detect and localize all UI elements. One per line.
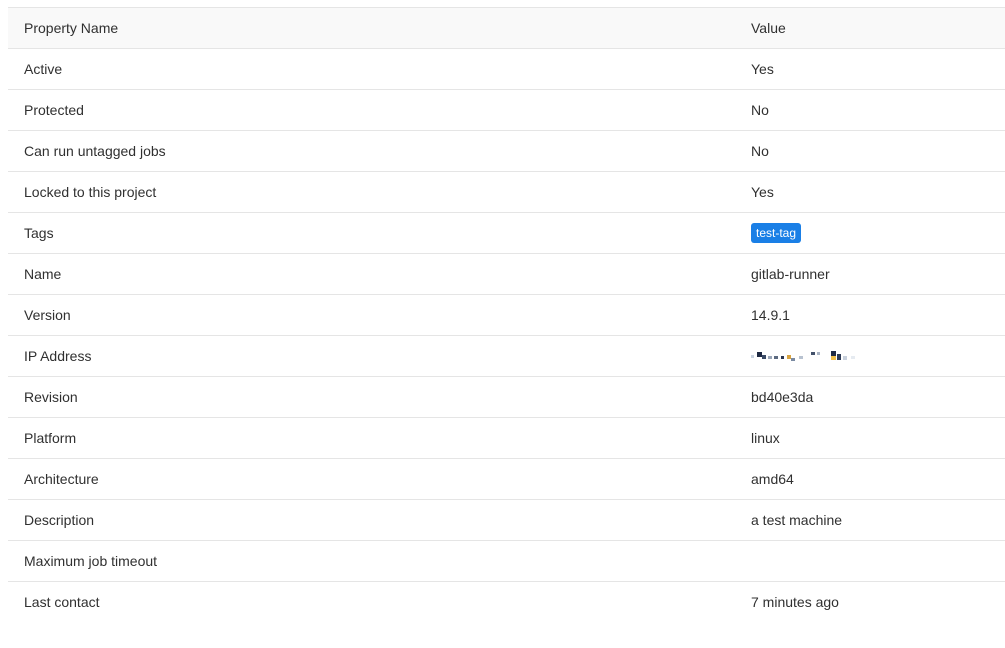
property-label: Architecture [8,458,735,500]
row-name: Name gitlab-runner [8,253,1005,295]
property-label: Name [8,253,735,295]
header-property-name: Property Name [8,7,735,49]
row-locked-to-project: Locked to this project Yes [8,171,1005,213]
row-tags: Tags test-tag [8,212,1005,254]
property-value: No [735,89,1005,131]
header-value: Value [735,7,1005,49]
property-label: Last contact [8,581,735,623]
redacted-ip-address [751,350,871,364]
property-value: test-tag [735,212,1005,254]
runner-details-table-wrapper: Property Name Value Active Yes Protected… [8,7,1005,623]
property-label: Active [8,48,735,90]
property-label: Description [8,499,735,541]
property-value [735,540,1005,582]
property-value: Yes [735,171,1005,213]
property-value: a test machine [735,499,1005,541]
property-value: gitlab-runner [735,253,1005,295]
row-platform: Platform linux [8,417,1005,459]
property-label: IP Address [8,335,735,377]
tag-badge[interactable]: test-tag [751,223,802,243]
property-label: Tags [8,212,735,254]
row-can-run-untagged-jobs: Can run untagged jobs No [8,130,1005,172]
property-label: Can run untagged jobs [8,130,735,172]
property-value: amd64 [735,458,1005,500]
row-description: Description a test machine [8,499,1005,541]
property-value [735,335,1005,377]
property-value: No [735,130,1005,172]
property-label: Maximum job timeout [8,540,735,582]
property-label: Locked to this project [8,171,735,213]
property-label: Protected [8,89,735,131]
property-value: 14.9.1 [735,294,1005,336]
row-maximum-job-timeout: Maximum job timeout [8,540,1005,582]
row-version: Version 14.9.1 [8,294,1005,336]
row-protected: Protected No [8,89,1005,131]
row-architecture: Architecture amd64 [8,458,1005,500]
property-value: 7 minutes ago [735,581,1005,623]
runner-details-table: Property Name Value Active Yes Protected… [8,7,1005,623]
property-value: linux [735,417,1005,459]
row-ip-address: IP Address [8,335,1005,377]
table-header-row: Property Name Value [8,7,1005,49]
property-label: Platform [8,417,735,459]
row-active: Active Yes [8,48,1005,90]
property-value: Yes [735,48,1005,90]
row-last-contact: Last contact 7 minutes ago [8,581,1005,623]
property-label: Revision [8,376,735,418]
property-value: bd40e3da [735,376,1005,418]
row-revision: Revision bd40e3da [8,376,1005,418]
property-label: Version [8,294,735,336]
